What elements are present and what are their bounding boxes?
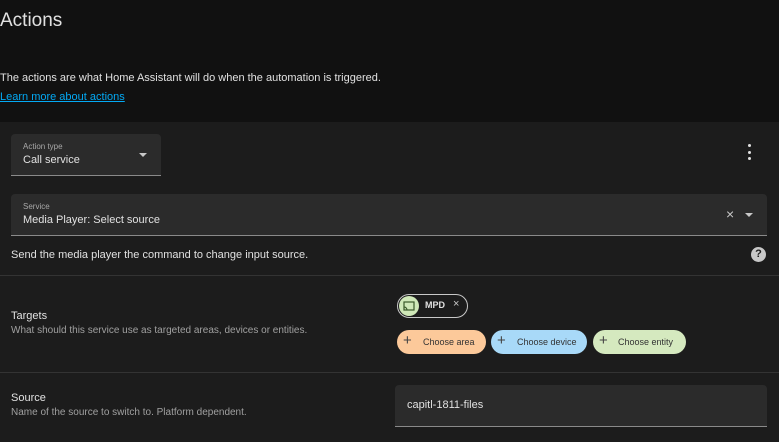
- service-description: Send the media player the command to cha…: [11, 249, 309, 261]
- action-type-value: Call service: [23, 154, 80, 166]
- targets-label: Targets: [11, 310, 48, 322]
- target-chip-name: MPD: [425, 300, 445, 310]
- plus-icon: +: [497, 332, 506, 349]
- plus-icon: +: [403, 332, 412, 349]
- learn-more-link[interactable]: Learn more about actions: [0, 91, 125, 103]
- more-vertical-icon[interactable]: [743, 144, 755, 160]
- choose-device-label: Choose device: [517, 337, 577, 347]
- target-chip-mpd[interactable]: MPD ×: [397, 294, 468, 318]
- source-input[interactable]: capitl-1811-files: [395, 385, 767, 427]
- source-description: Name of the source to switch to. Platfor…: [11, 407, 247, 418]
- choose-area-label: Choose area: [423, 337, 475, 347]
- choose-device-button[interactable]: + Choose device: [491, 330, 587, 354]
- targets-description: What should this service use as targeted…: [11, 325, 308, 336]
- service-label: Service: [23, 202, 50, 211]
- source-value: capitl-1811-files: [407, 399, 484, 411]
- section-description: The actions are what Home Assistant will…: [0, 72, 381, 84]
- plus-icon: +: [599, 332, 608, 349]
- choose-entity-button[interactable]: + Choose entity: [593, 330, 686, 354]
- choose-entity-label: Choose entity: [618, 337, 674, 347]
- choose-area-button[interactable]: + Choose area: [397, 330, 486, 354]
- action-card: Action type Call service Service Media P…: [0, 122, 779, 442]
- clear-icon[interactable]: ×: [726, 207, 734, 221]
- divider: [0, 275, 779, 276]
- divider: [0, 372, 779, 373]
- chevron-down-icon[interactable]: [745, 213, 753, 217]
- help-icon[interactable]: ?: [751, 247, 766, 262]
- chevron-down-icon: [139, 153, 147, 157]
- page-title: Actions: [0, 10, 63, 31]
- source-label: Source: [11, 392, 46, 404]
- service-select[interactable]: Service Media Player: Select source ×: [11, 194, 767, 236]
- action-type-label: Action type: [23, 142, 63, 151]
- service-value: Media Player: Select source: [23, 214, 160, 226]
- cast-icon: [399, 296, 419, 316]
- action-type-select[interactable]: Action type Call service: [11, 134, 161, 176]
- close-icon[interactable]: ×: [453, 298, 459, 310]
